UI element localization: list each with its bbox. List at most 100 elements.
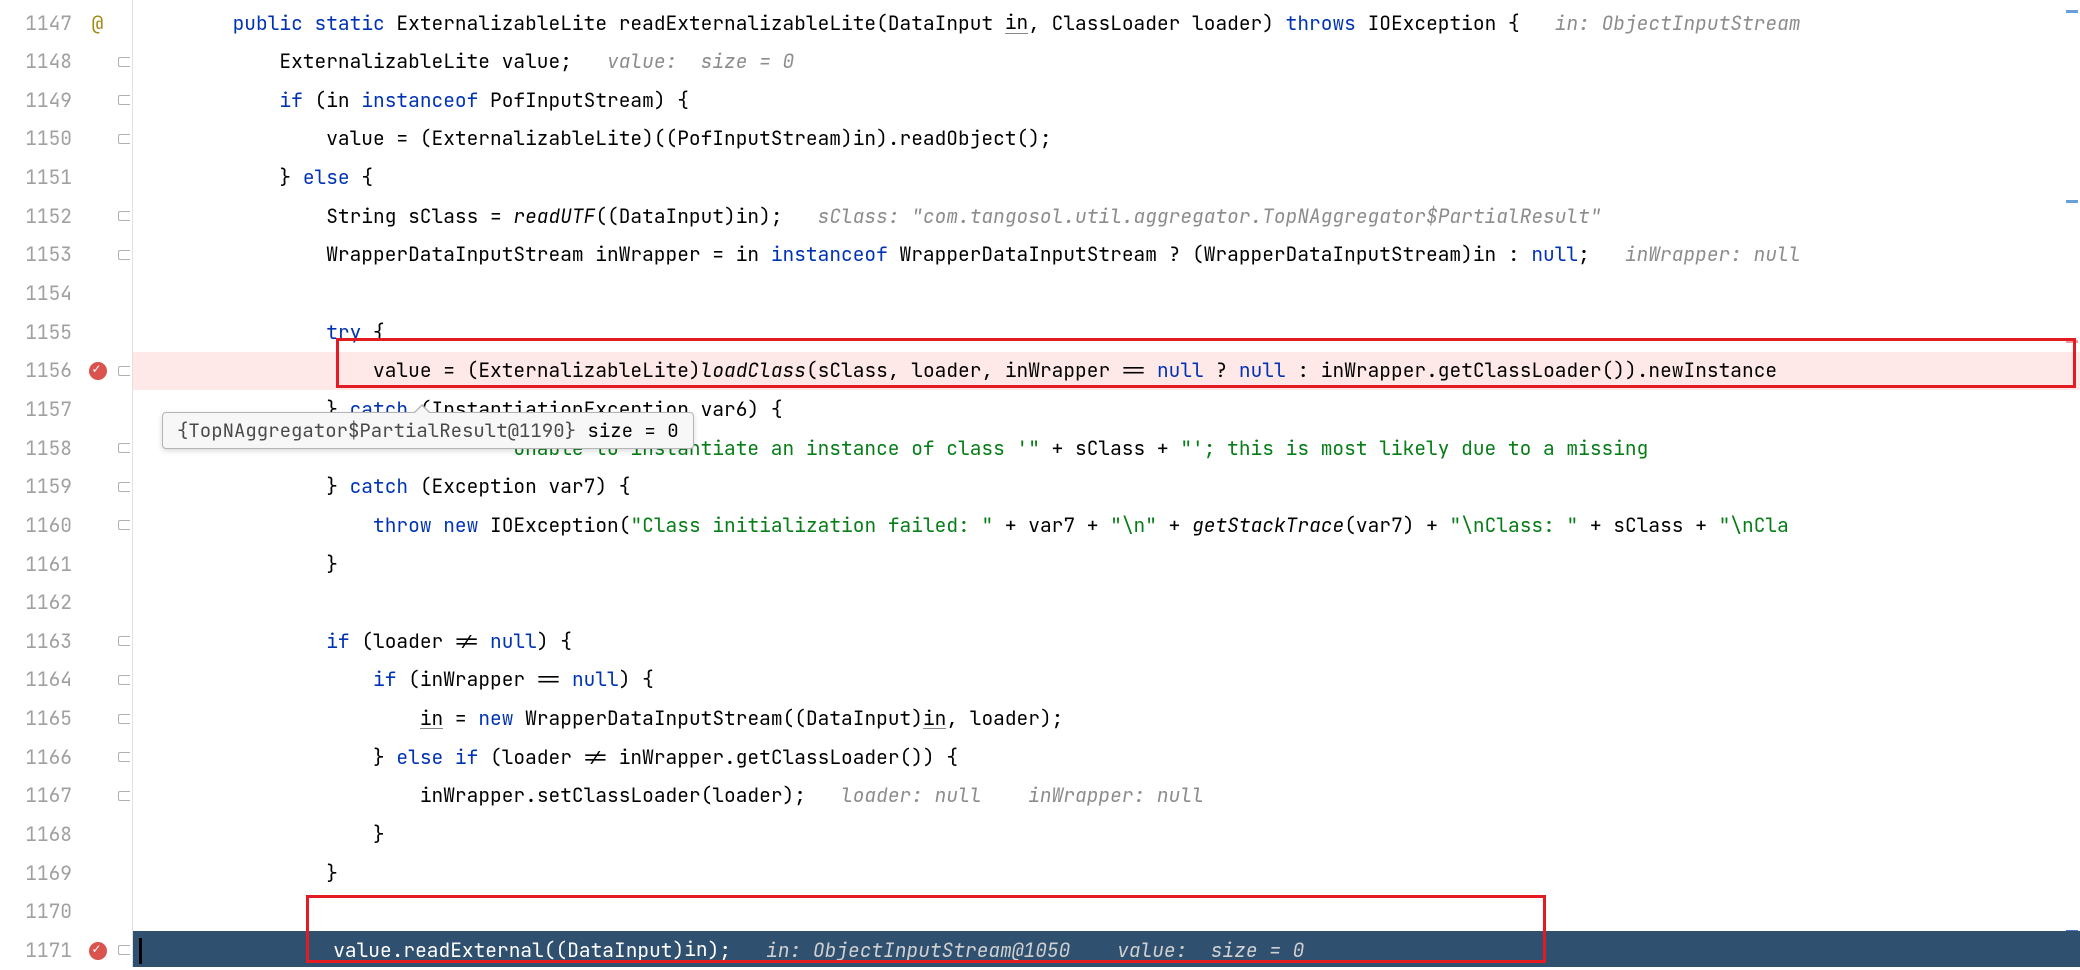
code-line[interactable]: public static ExternalizableLite readExt… (133, 4, 2080, 43)
breakpoint-slot[interactable] (80, 429, 115, 468)
fold-slot[interactable] (115, 893, 132, 932)
fold-slot[interactable] (115, 4, 132, 43)
fold-marker-icon[interactable] (118, 636, 130, 646)
code-line[interactable]: value.readExternal((DataInput)in); in: O… (133, 931, 2080, 967)
breakpoint-slot[interactable] (80, 468, 115, 507)
fold-slot[interactable] (115, 738, 132, 777)
fold-marker-icon[interactable] (118, 752, 130, 762)
fold-slot[interactable] (115, 81, 132, 120)
breakpoint-slot[interactable] (80, 738, 115, 777)
code-line[interactable]: } else if (loader != inWrapper.getClassL… (133, 738, 2080, 777)
fold-slot[interactable] (115, 313, 132, 352)
fold-slot[interactable] (115, 429, 132, 468)
code-line[interactable]: } (133, 854, 2080, 893)
breakpoint-slot[interactable] (80, 120, 115, 159)
code-line[interactable]: } (133, 545, 2080, 584)
code-line[interactable]: if (in instanceof PofInputStream) { (133, 81, 2080, 120)
code-line[interactable] (133, 893, 2080, 932)
breakpoint-icon[interactable] (89, 362, 107, 380)
fold-slot[interactable] (115, 352, 132, 391)
fold-slot[interactable] (115, 584, 132, 623)
code-line[interactable] (133, 584, 2080, 623)
code-line[interactable] (133, 274, 2080, 313)
fold-slot[interactable] (115, 43, 132, 82)
code-token: "\nClass: " (1450, 516, 1590, 536)
code-editor[interactable]: 1147114811491150115111521153115411551156… (0, 0, 2080, 967)
code-token: ? (1215, 361, 1238, 381)
line-number: 1151 (0, 159, 80, 198)
code-line[interactable]: try { (133, 313, 2080, 352)
breakpoint-slot[interactable] (80, 622, 115, 661)
code-line[interactable]: throw new IOException("Class initializat… (133, 506, 2080, 545)
breakpoint-slot[interactable] (80, 661, 115, 700)
breakpoint-slot[interactable] (80, 506, 115, 545)
fold-slot[interactable] (115, 120, 132, 159)
breakpoint-slot[interactable] (80, 43, 115, 82)
fold-marker-icon[interactable] (118, 675, 130, 685)
fold-marker-icon[interactable] (118, 57, 130, 67)
fold-marker-icon[interactable] (118, 211, 130, 221)
breakpoint-slot[interactable] (80, 700, 115, 739)
fold-marker-icon[interactable] (118, 945, 130, 955)
code-line[interactable]: } else { (133, 159, 2080, 198)
code-token: } (373, 825, 385, 845)
code-token: in (420, 709, 443, 730)
fold-slot[interactable] (115, 236, 132, 275)
fold-slot[interactable] (115, 159, 132, 198)
fold-marker-icon[interactable] (118, 134, 130, 144)
fold-slot[interactable] (115, 777, 132, 816)
breakpoint-slot[interactable] (80, 197, 115, 236)
fold-slot[interactable] (115, 545, 132, 584)
fold-slot[interactable] (115, 661, 132, 700)
breakpoint-slot[interactable] (80, 159, 115, 198)
fold-marker-icon[interactable] (118, 520, 130, 530)
breakpoint-slot[interactable] (80, 854, 115, 893)
breakpoint-slot[interactable] (80, 545, 115, 584)
breakpoint-slot[interactable] (80, 931, 115, 970)
code-line[interactable]: value = (ExternalizableLite)loadClass(sC… (133, 352, 2080, 391)
code-line[interactable]: WrapperDataInputStream inWrapper = in in… (133, 236, 2080, 275)
fold-marker-icon[interactable] (118, 714, 130, 724)
fold-slot[interactable] (115, 700, 132, 739)
fold-marker-icon[interactable] (118, 791, 130, 801)
code-line[interactable]: inWrapper.setClassLoader(loader); loader… (133, 777, 2080, 816)
code-line[interactable]: value = (ExternalizableLite)((PofInputSt… (133, 120, 2080, 159)
fold-marker-icon[interactable] (118, 443, 130, 453)
breakpoint-slot[interactable] (80, 352, 115, 391)
fold-marker-icon[interactable] (118, 482, 130, 492)
fold-slot[interactable] (115, 506, 132, 545)
breakpoint-slot[interactable] (80, 777, 115, 816)
breakpoint-slot[interactable] (80, 584, 115, 623)
fold-marker-icon[interactable] (118, 95, 130, 105)
breakpoint-column[interactable]: @ (80, 0, 115, 967)
breakpoint-slot[interactable] (80, 390, 115, 429)
breakpoint-slot[interactable] (80, 893, 115, 932)
fold-slot[interactable] (115, 622, 132, 661)
fold-marker-icon[interactable] (118, 366, 130, 376)
code-line[interactable]: if (loader != null) { (133, 622, 2080, 661)
code-line[interactable]: } (133, 815, 2080, 854)
fold-slot[interactable] (115, 931, 132, 970)
code-line[interactable]: ExternalizableLite value; value: size = … (133, 43, 2080, 82)
breakpoint-slot[interactable] (80, 236, 115, 275)
breakpoint-slot[interactable] (80, 81, 115, 120)
fold-slot[interactable] (115, 854, 132, 893)
code-area[interactable]: public static ExternalizableLite readExt… (133, 0, 2080, 967)
breakpoint-slot[interactable]: @ (80, 4, 115, 43)
breakpoint-slot[interactable] (80, 815, 115, 854)
fold-marker-icon[interactable] (118, 250, 130, 260)
fold-slot[interactable] (115, 468, 132, 507)
breakpoint-slot[interactable] (80, 274, 115, 313)
breakpoint-slot[interactable] (80, 313, 115, 352)
fold-column[interactable] (115, 0, 133, 967)
fold-slot[interactable] (115, 197, 132, 236)
code-line[interactable]: String sClass = readUTF((DataInput)in); … (133, 197, 2080, 236)
code-token: ) { (537, 632, 572, 652)
code-line[interactable]: if (inWrapper == null) { (133, 661, 2080, 700)
code-line[interactable]: } catch (Exception var7) { (133, 468, 2080, 507)
code-line[interactable]: in = new WrapperDataInputStream((DataInp… (133, 700, 2080, 739)
fold-slot[interactable] (115, 815, 132, 854)
fold-slot[interactable] (115, 390, 132, 429)
fold-slot[interactable] (115, 274, 132, 313)
breakpoint-icon[interactable] (89, 942, 107, 960)
